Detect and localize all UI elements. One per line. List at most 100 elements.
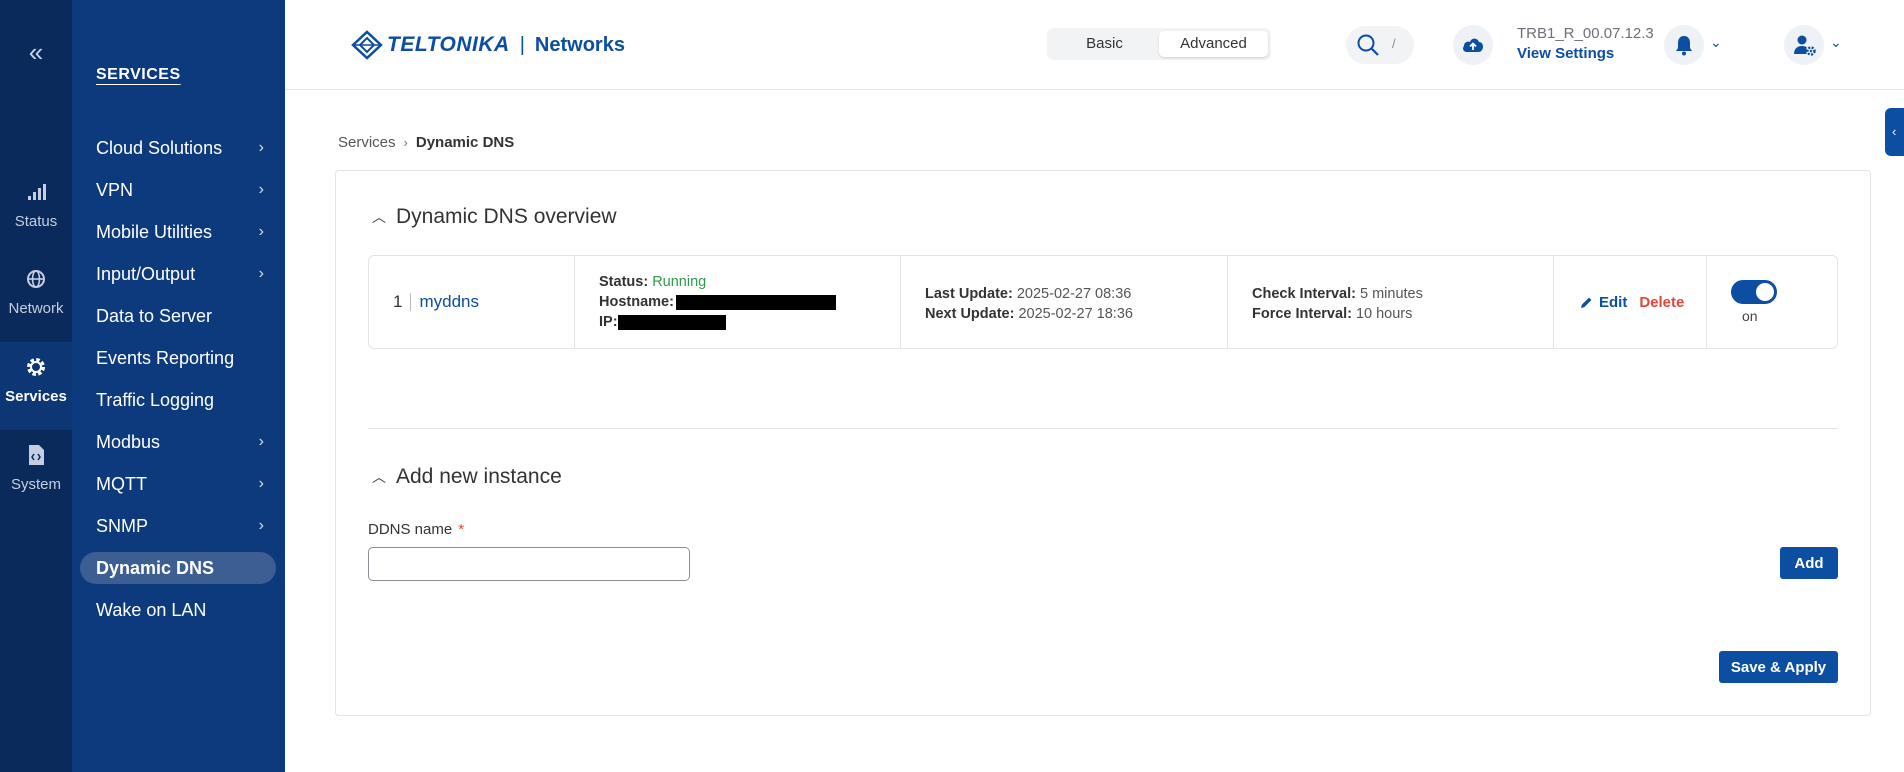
chevron-up-icon: ︿ (372, 469, 386, 485)
services-menu: SERVICES Cloud Solutions › VPN › Mobile Ut… (72, 0, 285, 772)
save-apply-button[interactable]: Save & Apply (1719, 651, 1838, 683)
menu-item-label: MQTT (96, 474, 147, 494)
rail-item-system[interactable]: System (0, 430, 72, 518)
delete-button[interactable]: Delete (1639, 294, 1684, 311)
overview-section-toggle[interactable]: ︿ Dynamic DNS overview (372, 205, 617, 229)
bell-icon (1676, 36, 1692, 56)
menu-item-data-to-server[interactable]: Data to Server (80, 300, 276, 332)
menu-title: SERVICES (96, 66, 181, 83)
logo-separator: | (519, 33, 525, 56)
chevron-down-icon[interactable]: ⌄ (1830, 34, 1842, 51)
side-panel-toggle[interactable]: ‹ (1885, 108, 1904, 156)
menu-item-label: Modbus (96, 432, 161, 452)
next-update-label: Next Update: (925, 306, 1015, 322)
status-label: Status: (599, 274, 649, 290)
user-menu-button[interactable] (1784, 25, 1824, 65)
ddns-name-input[interactable] (368, 547, 690, 581)
menu-item-wake-on-lan[interactable]: Wake on LAN (80, 594, 276, 626)
menu-item-modbus[interactable]: Modbus › (80, 426, 276, 458)
ddns-name-label-text: DDNS name (368, 521, 453, 538)
overview-title: Dynamic DNS overview (396, 205, 617, 228)
menu-item-label: Traffic Logging (96, 390, 215, 410)
chevron-right-icon: › (258, 181, 264, 198)
menu-item-label: VPN (96, 180, 134, 200)
breadcrumb-services-link[interactable]: Services (338, 134, 396, 151)
chevron-down-icon[interactable]: ⌄ (1710, 34, 1722, 51)
chevron-right-icon: › (258, 433, 264, 450)
teltonika-logo[interactable]: TELTONIKA | Networks (351, 28, 625, 62)
instance-status-cell: Status: Running Hostname: IP: (575, 256, 901, 348)
chevron-up-icon: ︿ (372, 209, 386, 225)
logo-product: Networks (534, 33, 625, 56)
collapse-sidebar-icon[interactable]: « (0, 32, 72, 72)
rail-label-status: Status (14, 213, 58, 230)
ddns-instance-row: 1 myddns Status: Running Hostname: IP: L… (368, 255, 1838, 349)
breadcrumb-current: Dynamic DNS (415, 134, 515, 151)
teltonika-logo-mark-icon (351, 30, 383, 60)
view-settings-link[interactable]: View Settings (1517, 45, 1614, 62)
menu-item-events-reporting[interactable]: Events Reporting (80, 342, 276, 374)
icon-rail: « Status Network Services System (0, 0, 72, 772)
add-instance-section-toggle[interactable]: ︿ Add new instance (372, 465, 562, 489)
toggle-knob (1756, 283, 1774, 301)
mode-switch: Basic Advanced (1047, 28, 1271, 60)
force-interval-label: Force Interval: (1252, 306, 1352, 322)
rail-item-status[interactable]: Status (0, 165, 72, 253)
top-header: TELTONIKA | Networks Basic Advanced / TR… (285, 0, 1904, 90)
pencil-icon (1581, 297, 1592, 308)
ip-redacted (617, 314, 726, 330)
add-instance-title: Add new instance (396, 465, 562, 488)
hostname-label: Hostname: (599, 294, 674, 310)
menu-item-mqtt[interactable]: MQTT › (80, 468, 276, 500)
instance-name-link[interactable]: myddns (419, 292, 479, 312)
chevron-right-icon: › (258, 223, 264, 240)
globe-icon (27, 270, 45, 288)
status-value: Running (652, 274, 707, 290)
rail-item-network[interactable]: Network (0, 254, 72, 342)
instance-interval-cell: Check Interval: 5 minutes Force Interval… (1228, 256, 1554, 348)
edit-button[interactable]: Edit (1580, 294, 1627, 311)
chevron-right-icon: › (258, 265, 264, 282)
search-icon (1357, 34, 1379, 56)
menu-item-traffic-logging[interactable]: Traffic Logging (80, 384, 276, 416)
search-shortcut: / (1392, 36, 1396, 51)
mode-basic-button[interactable]: Basic (1050, 31, 1159, 57)
search-button[interactable]: / (1346, 26, 1414, 64)
menu-item-label: Input/Output (96, 264, 196, 284)
menu-item-label: Data to Server (96, 306, 213, 326)
menu-item-vpn[interactable]: VPN › (80, 174, 276, 206)
menu-item-cloud-solutions[interactable]: Cloud Solutions › (80, 132, 276, 164)
firmware-version: TRB1_R_00.07.12.3 (1517, 25, 1654, 42)
breadcrumb: Services › Dynamic DNS (338, 134, 514, 151)
menu-item-label: Events Reporting (96, 348, 235, 368)
menu-item-input-output[interactable]: Input/Output › (80, 258, 276, 290)
menu-item-label: Cloud Solutions (96, 138, 223, 158)
last-update-value: 2025-02-27 08:36 (1016, 286, 1132, 302)
ip-label: IP: (599, 314, 618, 330)
menu-item-snmp[interactable]: SNMP › (80, 510, 276, 542)
toggle-state-label: on (1742, 308, 1758, 324)
instance-actions-cell: Edit Delete (1554, 256, 1707, 348)
logo-text: TELTONIKA (387, 33, 510, 56)
notifications-button[interactable] (1664, 25, 1704, 65)
instance-toggle-cell: on (1707, 256, 1837, 348)
menu-item-mobile-utilities[interactable]: Mobile Utilities › (80, 216, 276, 248)
menu-item-label: SNMP (96, 516, 149, 536)
cloud-upload-button[interactable] (1453, 25, 1493, 65)
rail-item-services[interactable]: Services (0, 342, 72, 430)
edit-label: Edit (1599, 293, 1628, 311)
menu-item-dynamic-dns[interactable]: Dynamic DNS (80, 552, 276, 584)
last-update-label: Last Update: (925, 286, 1013, 302)
gear-icon (27, 358, 45, 376)
instance-name-cell: 1 myddns (369, 256, 575, 348)
hostname-redacted (675, 294, 836, 310)
check-interval-label: Check Interval: (1252, 286, 1356, 302)
check-interval-value: 5 minutes (1360, 286, 1423, 302)
mode-advanced-button[interactable]: Advanced (1159, 31, 1268, 57)
add-button[interactable]: Add (1780, 547, 1838, 579)
force-interval-value: 10 hours (1355, 306, 1413, 322)
instance-enable-toggle[interactable] (1731, 280, 1777, 304)
ddns-name-label: DDNS name * (368, 521, 464, 538)
section-divider (368, 428, 1838, 429)
chevron-right-icon: › (258, 139, 264, 156)
